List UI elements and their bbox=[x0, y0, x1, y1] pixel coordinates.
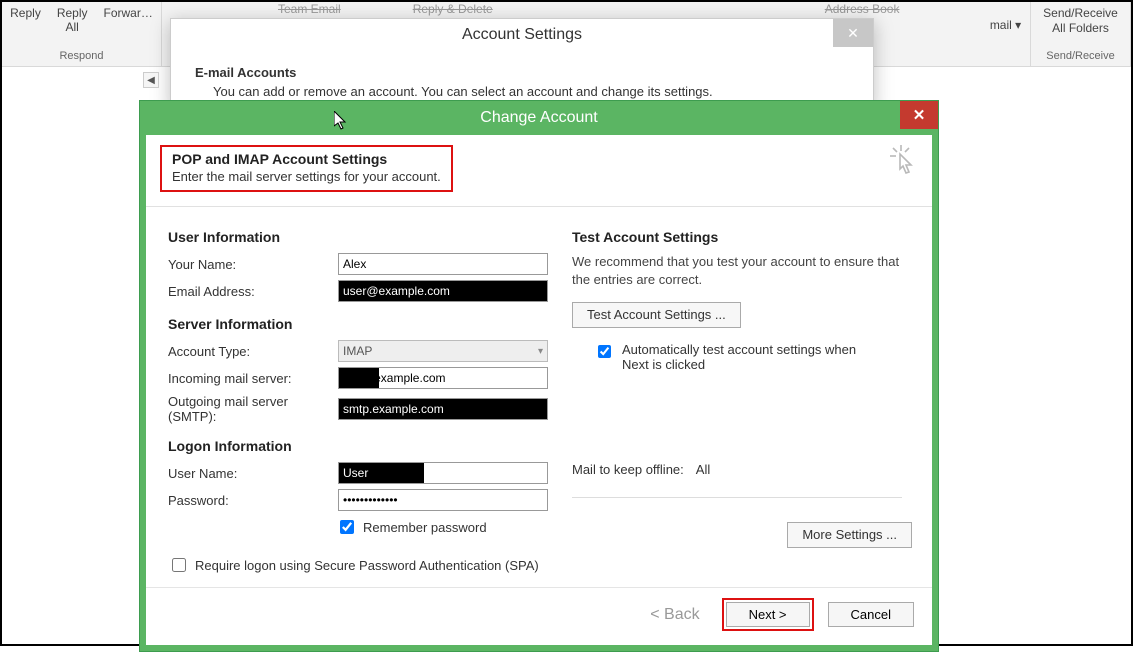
user-name-label: User Name: bbox=[168, 466, 338, 481]
email-address-label: Email Address: bbox=[168, 284, 338, 299]
your-name-label: Your Name: bbox=[168, 257, 338, 272]
back-button: < Back bbox=[642, 602, 707, 628]
auto-test-label: Automatically test account settings when… bbox=[622, 342, 882, 372]
cancel-button[interactable]: Cancel bbox=[828, 602, 914, 627]
incoming-server-label: Incoming mail server: bbox=[168, 371, 338, 386]
pop-imap-heading: POP and IMAP Account Settings bbox=[172, 151, 441, 167]
incoming-server-input[interactable] bbox=[338, 367, 548, 389]
logon-information-heading: Logon Information bbox=[168, 438, 548, 454]
server-information-heading: Server Information bbox=[168, 316, 548, 332]
forward-button[interactable]: Forwar… bbox=[100, 4, 157, 36]
email-accounts-heading: E-mail Accounts bbox=[195, 65, 296, 80]
send-receive-group-label: Send/Receive bbox=[1036, 48, 1125, 64]
next-highlight-box: Next > bbox=[722, 598, 814, 631]
account-type-select: IMAP ▾ bbox=[338, 340, 548, 362]
next-button[interactable]: Next > bbox=[726, 602, 810, 627]
outgoing-server-label: Outgoing mail server (SMTP): bbox=[168, 394, 338, 424]
account-type-label: Account Type: bbox=[168, 344, 338, 359]
dialog-footer: < Back Next > Cancel bbox=[146, 587, 932, 645]
address-book-button[interactable]: Address Book bbox=[819, 2, 906, 16]
remember-password-label: Remember password bbox=[363, 520, 487, 535]
test-account-heading: Test Account Settings bbox=[572, 229, 912, 245]
pop-imap-subtext: Enter the mail server settings for your … bbox=[172, 169, 441, 184]
click-cursor-icon bbox=[886, 143, 916, 182]
spa-checkbox[interactable] bbox=[172, 558, 186, 572]
test-account-note: We recommend that you test your account … bbox=[572, 253, 912, 288]
more-settings-button[interactable]: More Settings ... bbox=[787, 522, 912, 548]
mail-keep-label: Mail to keep offline: bbox=[572, 462, 684, 477]
left-form-column: User Information Your Name: Email Addres… bbox=[168, 223, 548, 579]
account-settings-dialog: Account Settings ✕ E-mail Accounts You c… bbox=[170, 18, 874, 110]
mail-keep-value: All bbox=[696, 462, 710, 477]
account-settings-title-text: Account Settings bbox=[462, 26, 582, 44]
email-accounts-subtext: You can add or remove an account. You ca… bbox=[213, 84, 855, 99]
mail-dropdown[interactable]: mail ▾ bbox=[986, 16, 1025, 34]
account-settings-close-button[interactable]: ✕ bbox=[833, 19, 873, 47]
change-account-dialog: Change Account ✕ POP and IMAP Account Se… bbox=[139, 100, 939, 652]
your-name-input[interactable] bbox=[338, 253, 548, 275]
password-input[interactable] bbox=[338, 489, 548, 511]
cursor-icon bbox=[334, 111, 350, 136]
team-email-quickstep[interactable]: Team Email bbox=[272, 2, 347, 16]
test-account-button[interactable]: Test Account Settings ... bbox=[572, 302, 741, 328]
reply-delete-quickstep[interactable]: Reply & Delete bbox=[407, 2, 499, 16]
auto-test-checkbox[interactable] bbox=[598, 345, 611, 358]
account-type-value: IMAP bbox=[343, 344, 372, 358]
dialog-header-strip: POP and IMAP Account Settings Enter the … bbox=[146, 135, 932, 207]
respond-group-label: Respond bbox=[49, 48, 113, 64]
password-label: Password: bbox=[168, 493, 338, 508]
collapse-chevron-icon[interactable]: ◀ bbox=[143, 72, 159, 88]
reply-button[interactable]: Reply bbox=[6, 4, 45, 36]
email-address-input[interactable] bbox=[338, 280, 548, 302]
user-information-heading: User Information bbox=[168, 229, 548, 245]
reply-all-button[interactable]: Reply All bbox=[53, 4, 92, 36]
change-account-title-text: Change Account bbox=[480, 109, 597, 127]
send-receive-button[interactable]: Send/Receive All Folders bbox=[1039, 4, 1122, 38]
account-settings-title: Account Settings ✕ bbox=[171, 19, 873, 51]
change-account-close-button[interactable]: ✕ bbox=[900, 101, 938, 129]
header-highlight-box: POP and IMAP Account Settings Enter the … bbox=[160, 145, 453, 192]
user-name-input[interactable] bbox=[338, 462, 548, 484]
outgoing-server-input[interactable] bbox=[338, 398, 548, 420]
remember-password-checkbox[interactable] bbox=[340, 520, 354, 534]
spa-label: Require logon using Secure Password Auth… bbox=[195, 558, 539, 573]
chevron-down-icon: ▾ bbox=[538, 346, 543, 357]
right-form-column: Test Account Settings We recommend that … bbox=[572, 223, 912, 579]
change-account-titlebar: Change Account ✕ bbox=[140, 101, 938, 135]
